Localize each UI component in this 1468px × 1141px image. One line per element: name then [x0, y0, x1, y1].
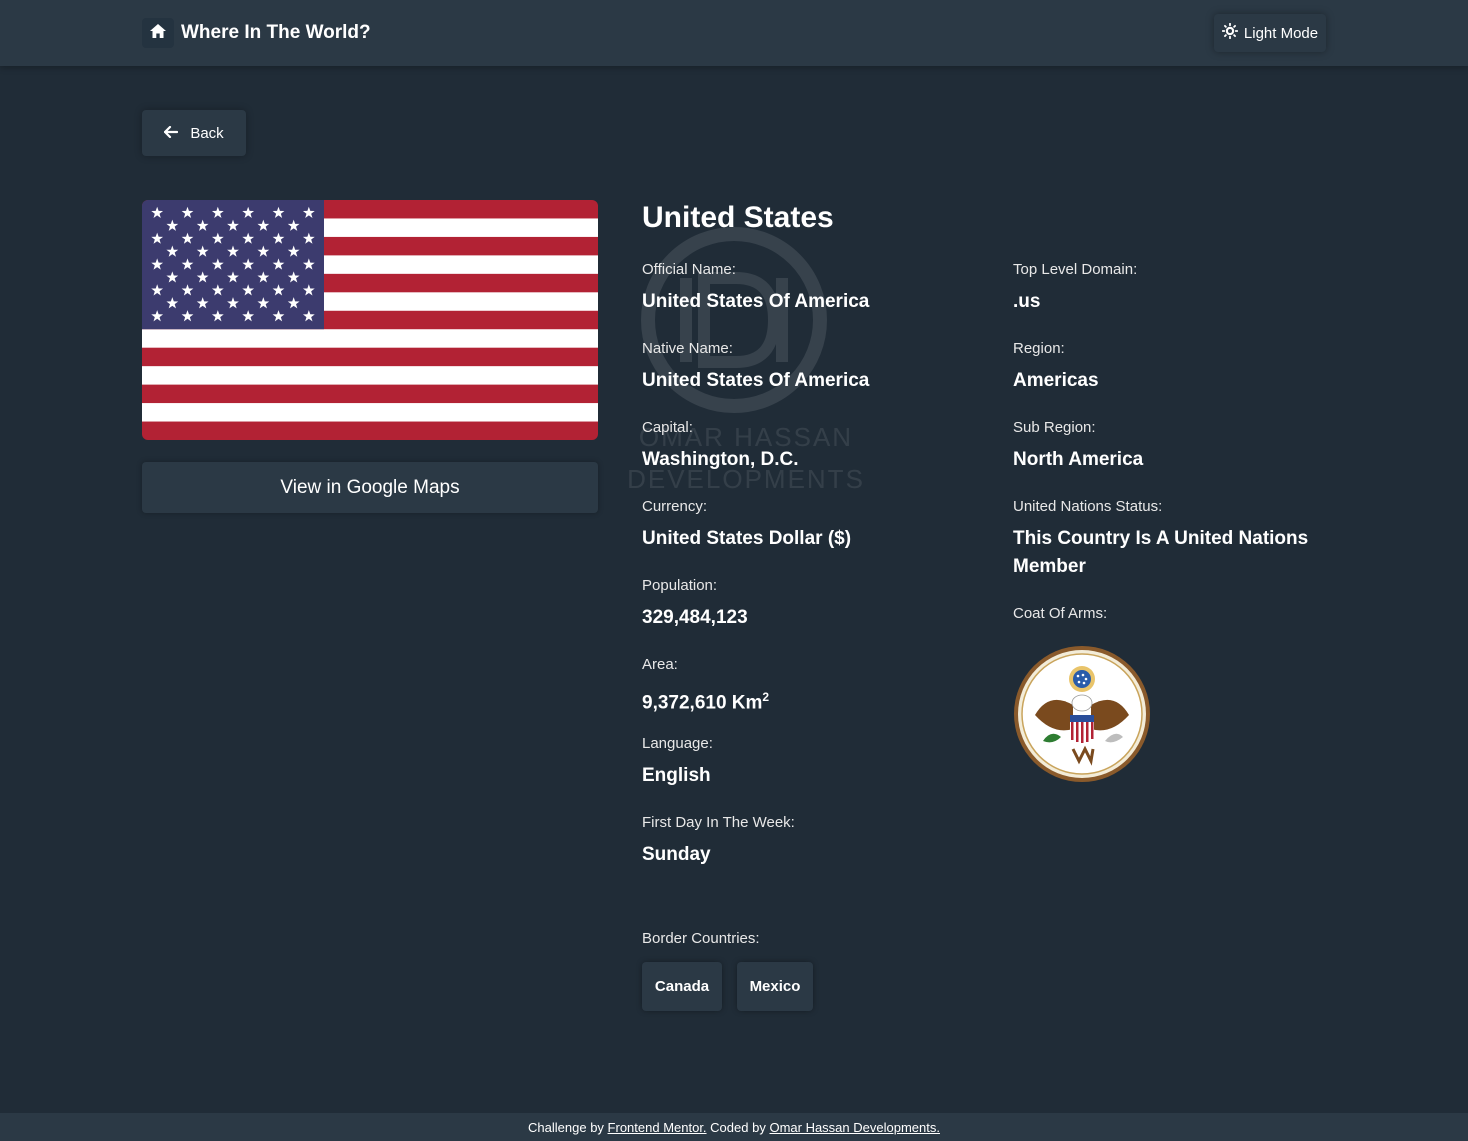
field-population: Population: 329,484,123	[642, 576, 748, 632]
flag-stripe	[142, 329, 598, 349]
field-native-name: Native Name: United States Of America	[642, 339, 869, 395]
field-currency: Currency: United States Dollar ($)	[642, 497, 851, 553]
field-value: English	[642, 765, 711, 786]
field-label: Language:	[642, 735, 713, 752]
flag-stripe	[142, 403, 598, 423]
field-top-level-domain: Top Level Domain: .us	[1013, 260, 1137, 316]
home-icon	[149, 23, 167, 44]
sun-icon	[1221, 23, 1238, 43]
theme-toggle-label: Light Mode	[1243, 24, 1319, 42]
arrow-left-icon	[164, 125, 179, 142]
field-value: 329,484,123	[642, 607, 748, 628]
back-button[interactable]: Back	[142, 110, 246, 156]
flag-canton	[142, 200, 324, 330]
field-language: Language: English	[642, 734, 713, 790]
field-sub-region: Sub Region: North America	[1013, 418, 1143, 474]
border-countries-section: Border Countries:	[642, 929, 760, 949]
back-label: Back	[190, 124, 224, 142]
google-maps-button[interactable]: View in Google Maps	[142, 462, 598, 513]
field-value: This Country Is A United Nations Member	[1013, 528, 1309, 577]
field-label: Capital:	[642, 419, 693, 436]
field-label: Region:	[1013, 340, 1065, 357]
field-region: Region: Americas	[1013, 339, 1099, 395]
field-first-day: First Day In The Week: Sunday	[642, 813, 795, 869]
field-label: Official Name:	[642, 261, 736, 278]
field-value: United States Of America	[642, 370, 870, 391]
field-label: First Day In The Week:	[642, 814, 795, 831]
footer-prefix: Challenge by	[528, 1119, 604, 1135]
field-area: Area: 9,372,610 Km2	[642, 655, 769, 717]
field-value: North America	[1013, 449, 1144, 470]
field-value: Washington, D.C.	[642, 449, 799, 470]
field-value: Americas	[1013, 370, 1099, 391]
app-title[interactable]: Where In The World?	[181, 20, 371, 46]
field-value: 9,372,610 Km2	[642, 683, 769, 717]
field-coat-of-arms: Coat Of Arms:	[1013, 604, 1107, 624]
home-button[interactable]	[142, 18, 174, 48]
flag-stripe	[142, 366, 598, 386]
field-label: Area:	[642, 656, 678, 673]
flag-stripe	[142, 421, 598, 440]
field-capital: Capital: Washington, D.C.	[642, 418, 799, 474]
field-label: Population:	[642, 577, 718, 594]
country-flag	[142, 200, 598, 440]
flag-stripe	[142, 347, 598, 367]
field-value: United States Of America	[642, 291, 870, 312]
theme-toggle-button[interactable]: Light Mode	[1214, 14, 1326, 52]
border-country-button[interactable]: Mexico	[737, 962, 813, 1011]
field-label: Sub Region:	[1013, 419, 1096, 436]
footer: Challenge by Frontend Mentor. Coded by O…	[0, 1113, 1468, 1141]
field-value: Sunday	[642, 844, 711, 865]
field-official-name: Official Name: United States Of America	[642, 260, 869, 316]
area-unit-exponent: 2	[762, 690, 770, 704]
country-name: United States	[642, 201, 834, 234]
area-value: 9,372,610 Km	[642, 692, 763, 714]
field-label: Currency:	[642, 498, 708, 515]
field-label: United Nations Status:	[1013, 498, 1163, 515]
field-value: United States Dollar ($)	[642, 528, 852, 549]
frontend-mentor-link[interactable]: Frontend Mentor.	[608, 1120, 707, 1135]
coat-of-arms-image	[1014, 646, 1150, 782]
flag-stripe	[142, 384, 598, 404]
border-country-button[interactable]: Canada	[642, 962, 722, 1011]
field-label: Coat Of Arms:	[1013, 605, 1108, 622]
field-label: Native Name:	[642, 340, 733, 357]
author-link[interactable]: Omar Hassan Developments.	[769, 1120, 940, 1135]
top-bar: Where In The World? Light Mode	[0, 0, 1468, 66]
field-label: Top Level Domain:	[1013, 261, 1138, 278]
field-value: .us	[1013, 291, 1041, 312]
footer-middle: Coded by	[710, 1119, 766, 1135]
field-un-status: United Nations Status: This Country Is A…	[1013, 497, 1313, 581]
border-countries-label: Border Countries:	[642, 930, 760, 947]
